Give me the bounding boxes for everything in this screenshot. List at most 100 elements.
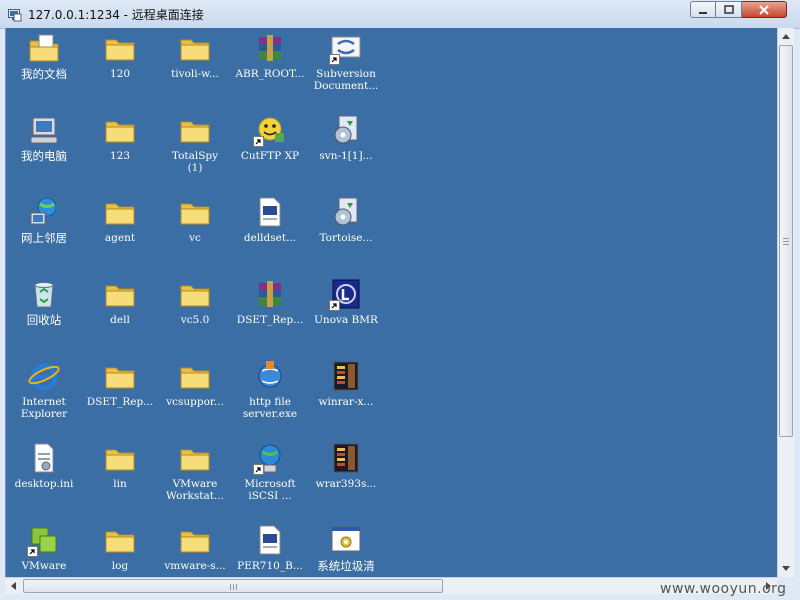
desktop-icon[interactable]: CutFTP XP (232, 113, 308, 162)
desktop-icon[interactable]: vmware-s... (157, 523, 233, 572)
desktop-icon[interactable]: vcsuppor... (157, 359, 233, 408)
http-file-server-icon (253, 359, 287, 393)
folder-icon (178, 441, 212, 475)
my-computer-icon (27, 113, 61, 147)
desktop-icon[interactable]: agent (82, 195, 158, 244)
title-bar[interactable]: 127.0.0.1:1234 - 远程桌面连接 (0, 0, 800, 29)
folder-icon (178, 195, 212, 229)
desktop-icon[interactable]: wrar393s... (308, 441, 384, 490)
folder-icon (178, 113, 212, 147)
shortcut-arrow-icon (253, 136, 264, 147)
desktop-icon[interactable]: Internet Explorer (6, 359, 82, 420)
desktop-icon[interactable]: tivoli-w... (157, 31, 233, 80)
scroll-down-button[interactable] (778, 560, 794, 576)
close-button[interactable] (742, 1, 787, 18)
desktop-icon-label: wrar393s... (315, 478, 377, 490)
folder-icon (178, 277, 212, 311)
my-documents-icon (27, 31, 61, 65)
unova-shortcut-icon (329, 277, 363, 311)
desktop-icon[interactable]: DSET_Rep... (82, 359, 158, 408)
desktop-icon-label: 123 (109, 150, 131, 162)
desktop-icon-label: Internet Explorer (20, 396, 68, 420)
desktop-icon[interactable]: VMware (6, 523, 82, 572)
desktop-icon-label: vcsuppor... (166, 396, 224, 408)
desktop-icon[interactable]: desktop.ini (6, 441, 82, 490)
shortcut-arrow-icon (329, 300, 340, 311)
desktop-icon[interactable]: ABR_ROOT... (232, 31, 308, 80)
desktop-icon-label: 我的文档 (21, 67, 67, 81)
desktop-icon[interactable]: lin (82, 441, 158, 490)
network-places-icon (27, 195, 61, 229)
desktop-icon-label: 回收站 (26, 313, 62, 327)
desktop-icon-label: 系统垃圾清 (317, 559, 375, 573)
minimize-button[interactable] (690, 1, 716, 18)
desktop-icon-label: DSET_Rep... (86, 396, 154, 408)
desktop-icon[interactable]: log (82, 523, 158, 572)
desktop-icon-label: lin (113, 478, 127, 490)
desktop-icon[interactable]: 我的电脑 (6, 113, 82, 162)
shortcut-arrow-icon (253, 464, 264, 475)
arrow-up-icon (782, 33, 790, 39)
desktop-icon-label: 网上邻居 (21, 231, 67, 245)
desktop-icon-label: delldset... (243, 232, 297, 244)
desktop-icon[interactable]: 回收站 (6, 277, 82, 326)
desktop-icon[interactable]: DSET_Rep... (232, 277, 308, 326)
desktop-icon[interactable]: delldset... (232, 195, 308, 244)
desktop-icon-label: VMware Workstat... (166, 478, 224, 502)
maximize-button[interactable] (716, 1, 742, 18)
desktop-icon[interactable]: 我的文档 (6, 31, 82, 80)
horizontal-scroll-thumb[interactable] (23, 579, 443, 593)
winrar-archive-icon (253, 277, 287, 311)
document-icon (253, 523, 287, 557)
desktop-icon-label: ABR_ROOT... (235, 68, 305, 80)
vertical-scroll-thumb[interactable] (779, 45, 793, 437)
desktop-icon[interactable]: VMware Workstat... (157, 441, 233, 502)
minimize-icon (699, 11, 707, 14)
desktop-icon[interactable]: Microsoft iSCSI ... (232, 441, 308, 502)
desktop-icon[interactable]: TotalSpy (1) (157, 113, 233, 174)
desktop-icon[interactable]: Tortoise... (308, 195, 384, 244)
installer-icon (329, 113, 363, 147)
watermark: www.wooyun.org (660, 581, 787, 597)
close-icon (759, 4, 769, 15)
remote-desktop-icon (8, 7, 22, 22)
folder-icon (103, 441, 137, 475)
desktop-icon-label: DSET_Rep... (236, 314, 304, 326)
desktop-icon-label: Tortoise... (319, 232, 373, 244)
desktop-icon[interactable]: PER710_B... (232, 523, 308, 572)
vertical-scrollbar[interactable] (777, 28, 794, 577)
desktop-icon-label: winrar-x... (318, 396, 374, 408)
desktop-icon[interactable]: Subversion Document... (308, 31, 384, 92)
desktop-icon-label: 120 (109, 68, 131, 80)
folder-icon (103, 359, 137, 393)
desktop-icon[interactable]: 网上邻居 (6, 195, 82, 244)
ini-file-icon (27, 441, 61, 475)
desktop-icon[interactable]: 120 (82, 31, 158, 80)
arrow-left-icon (10, 582, 16, 590)
desktop-icon[interactable]: Unova BMR (308, 277, 384, 326)
desktop-icon-label: PER710_B... (237, 560, 303, 572)
desktop-icon[interactable]: vc5.0 (157, 277, 233, 326)
winrar-installer-icon (329, 441, 363, 475)
desktop-icon[interactable]: http file server.exe (232, 359, 308, 420)
window-controls (690, 1, 787, 20)
document-icon (253, 195, 287, 229)
desktop-icon-label: vmware-s... (164, 560, 226, 572)
recycle-bin-icon (27, 277, 61, 311)
scroll-up-button[interactable] (778, 28, 794, 44)
remote-desktop-viewport[interactable]: 我的文档 120 tivoli-w... ABR_ROOT... Subversion … (5, 28, 778, 577)
scroll-left-button[interactable] (5, 578, 21, 594)
desktop-icon[interactable]: dell (82, 277, 158, 326)
folder-icon (103, 195, 137, 229)
desktop-icon[interactable]: vc (157, 195, 233, 244)
winrar-installer-icon (329, 359, 363, 393)
desktop-icon-label: http file server.exe (242, 396, 298, 420)
desktop-icon[interactable]: 123 (82, 113, 158, 162)
desktop-icon[interactable]: winrar-x... (308, 359, 384, 408)
desktop-icon-label: log (111, 560, 129, 572)
desktop-icon-label: vc (189, 232, 201, 244)
desktop-icon[interactable]: svn-1[1]... (308, 113, 384, 162)
winrar-archive-icon (253, 31, 287, 65)
vmware-shortcut-icon (27, 523, 61, 557)
desktop-icon[interactable]: 系统垃圾清 (308, 523, 384, 572)
